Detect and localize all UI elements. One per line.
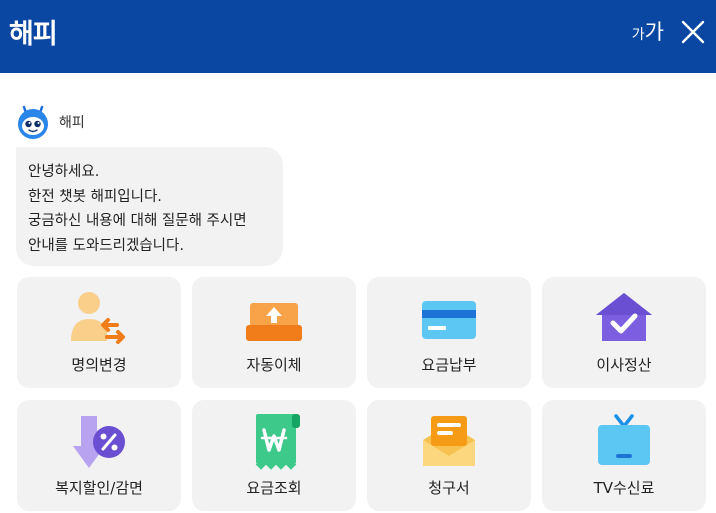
tv-icon	[598, 414, 650, 465]
bot-name: 해피	[59, 115, 85, 131]
menu-tile-label: 요금조회	[246, 479, 302, 497]
font-size-large-label: 가	[644, 19, 664, 44]
message-line: 궁금하신 내용에 대해 질문해 주시면	[28, 213, 247, 229]
greeting-message-bubble: 안녕하세요. 한전 챗봇 해피입니다. 궁금하신 내용에 대해 질문해 주시면 …	[16, 147, 283, 266]
menu-tile-label: TV수신료	[593, 479, 655, 497]
font-size-toggle[interactable]: 가 가	[631, 19, 664, 44]
menu-tile-tv-fee[interactable]: TV수신료	[542, 400, 706, 511]
menu-tile-name-change[interactable]: 명의변경	[17, 277, 181, 388]
menu-tile-welfare-discount[interactable]: 복지할인/감면	[17, 400, 181, 511]
menu-tile-card-payment[interactable]: 요금납부	[367, 277, 531, 388]
name-change-icon	[71, 292, 125, 344]
font-size-small-label: 가	[631, 26, 645, 43]
robot-avatar-icon	[18, 105, 48, 139]
message-line: 한전 챗봇 해피입니다.	[28, 188, 162, 205]
menu-tile-label: 청구서	[428, 479, 470, 497]
auto-transfer-icon	[246, 303, 302, 341]
menu-tile-bill-inquiry[interactable]: 요금조회	[192, 400, 356, 511]
won-receipt-icon	[255, 414, 300, 470]
house-check-icon	[596, 293, 652, 341]
quick-menu-grid: 명의변경 자동이체 요금납부 이사정산 복지할인/감면 요금조회 청구서 TV수…	[17, 277, 706, 511]
message-line: 안녕하세요.	[28, 164, 100, 180]
bot-identity: 해피	[15, 104, 85, 140]
menu-tile-invoice[interactable]: 청구서	[367, 400, 531, 511]
menu-tile-label: 이사정산	[596, 356, 652, 374]
envelope-bill-icon	[423, 416, 475, 466]
menu-tile-label: 자동이체	[246, 356, 302, 374]
menu-tile-auto-transfer[interactable]: 자동이체	[192, 277, 356, 388]
header-actions: 가 가	[632, 19, 706, 45]
close-icon[interactable]	[680, 19, 706, 45]
app-header: 해피 가 가	[0, 0, 716, 73]
discount-arrow-icon	[73, 416, 125, 468]
message-line: 안내를 도와드리겠습니다.	[28, 237, 184, 254]
card-payment-icon	[422, 301, 476, 339]
menu-tile-label: 요금납부	[421, 356, 477, 374]
app-title: 해피	[9, 19, 58, 50]
menu-tile-moving-settlement[interactable]: 이사정산	[542, 277, 706, 388]
menu-tile-label: 복지할인/감면	[55, 479, 143, 497]
menu-tile-label: 명의변경	[71, 356, 127, 374]
